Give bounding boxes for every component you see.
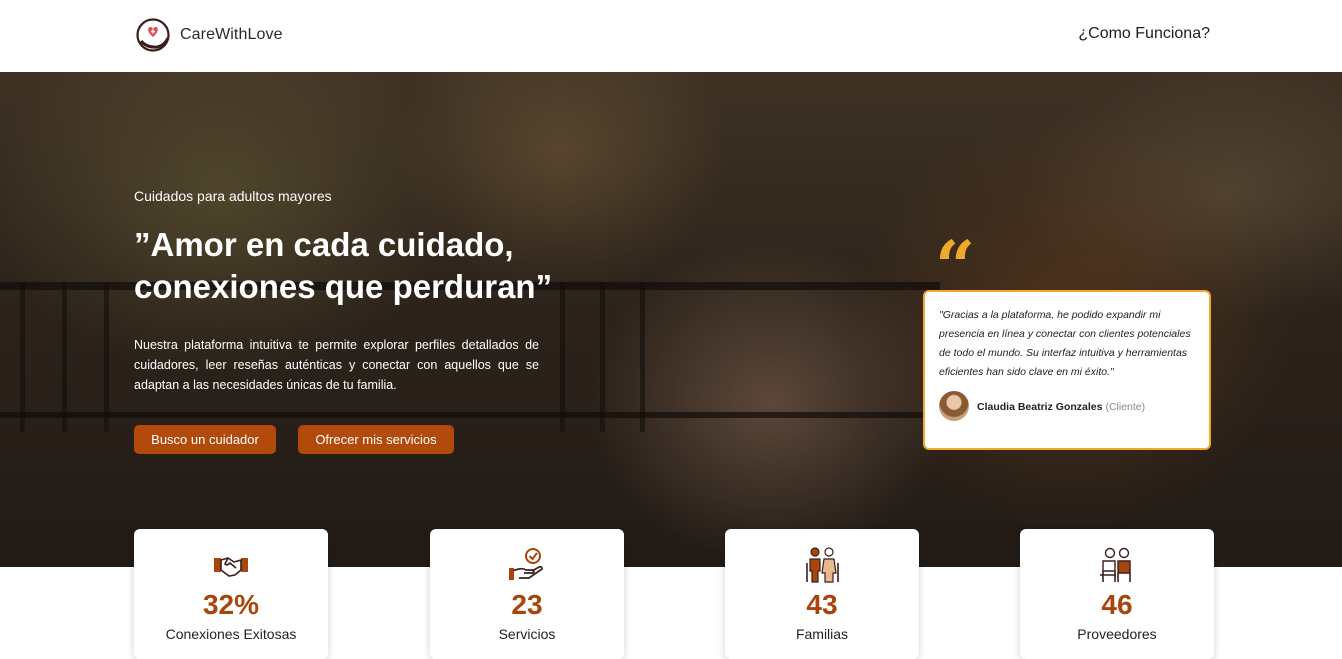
stat-label: Conexiones Exitosas xyxy=(165,626,297,642)
hero-description: Nuestra plataforma intuitiva te permite … xyxy=(134,338,539,392)
how-it-works-link[interactable]: ¿Como Funciona? xyxy=(1078,25,1210,43)
avatar xyxy=(939,391,969,421)
stat-label: Servicios xyxy=(498,626,556,642)
hero-section: Cuidados para adultos mayores ”Amor en c… xyxy=(0,72,1342,567)
hero-title: ”Amor en cada cuidado, conexiones que pe… xyxy=(134,226,553,305)
stat-value: 43 xyxy=(806,589,838,620)
author-role: (Cliente) xyxy=(1105,401,1146,413)
author-name: Claudia Beatriz Gonzales xyxy=(977,401,1103,413)
stat-card-connections: 32% Conexiones Exitosas xyxy=(134,529,328,659)
family-icon xyxy=(806,547,839,583)
hero-content: Cuidados para adultos mayores ”Amor en c… xyxy=(0,72,1342,567)
heart-hand-logo-icon xyxy=(136,18,170,52)
stat-label: Proveedores xyxy=(1077,626,1157,642)
brand-name: CareWithLove xyxy=(180,26,283,43)
stat-value: 32% xyxy=(202,589,260,620)
providers-icon xyxy=(1100,547,1131,582)
stat-value: 23 xyxy=(511,589,543,620)
testimonial-card: "Gracias a la plataforma, he podido expa… xyxy=(923,290,1211,450)
hero-eyebrow: Cuidados para adultos mayores xyxy=(134,188,332,204)
handshake-icon xyxy=(214,557,248,577)
site-header: CareWithLove ¿Como Funciona? xyxy=(0,0,1342,72)
testimonial-author: Claudia Beatriz Gonzales (Cliente) xyxy=(939,391,1195,421)
brand-logo[interactable]: CareWithLove xyxy=(135,17,283,53)
find-caregiver-button[interactable]: Busco un cuidador xyxy=(134,425,276,454)
quote-icon: “ xyxy=(935,232,976,284)
stat-label: Familias xyxy=(795,626,849,642)
stat-card-providers: 46 Proveedores xyxy=(1020,529,1214,659)
hand-check-icon xyxy=(509,548,543,580)
offer-services-button[interactable]: Ofrecer mis servicios xyxy=(298,425,454,454)
stat-card-services: 23 Servicios xyxy=(430,529,624,659)
testimonial-text: "Gracias a la plataforma, he podido expa… xyxy=(939,309,1191,378)
stat-card-families: 43 Familias xyxy=(725,529,919,659)
stat-value: 46 xyxy=(1101,589,1133,620)
